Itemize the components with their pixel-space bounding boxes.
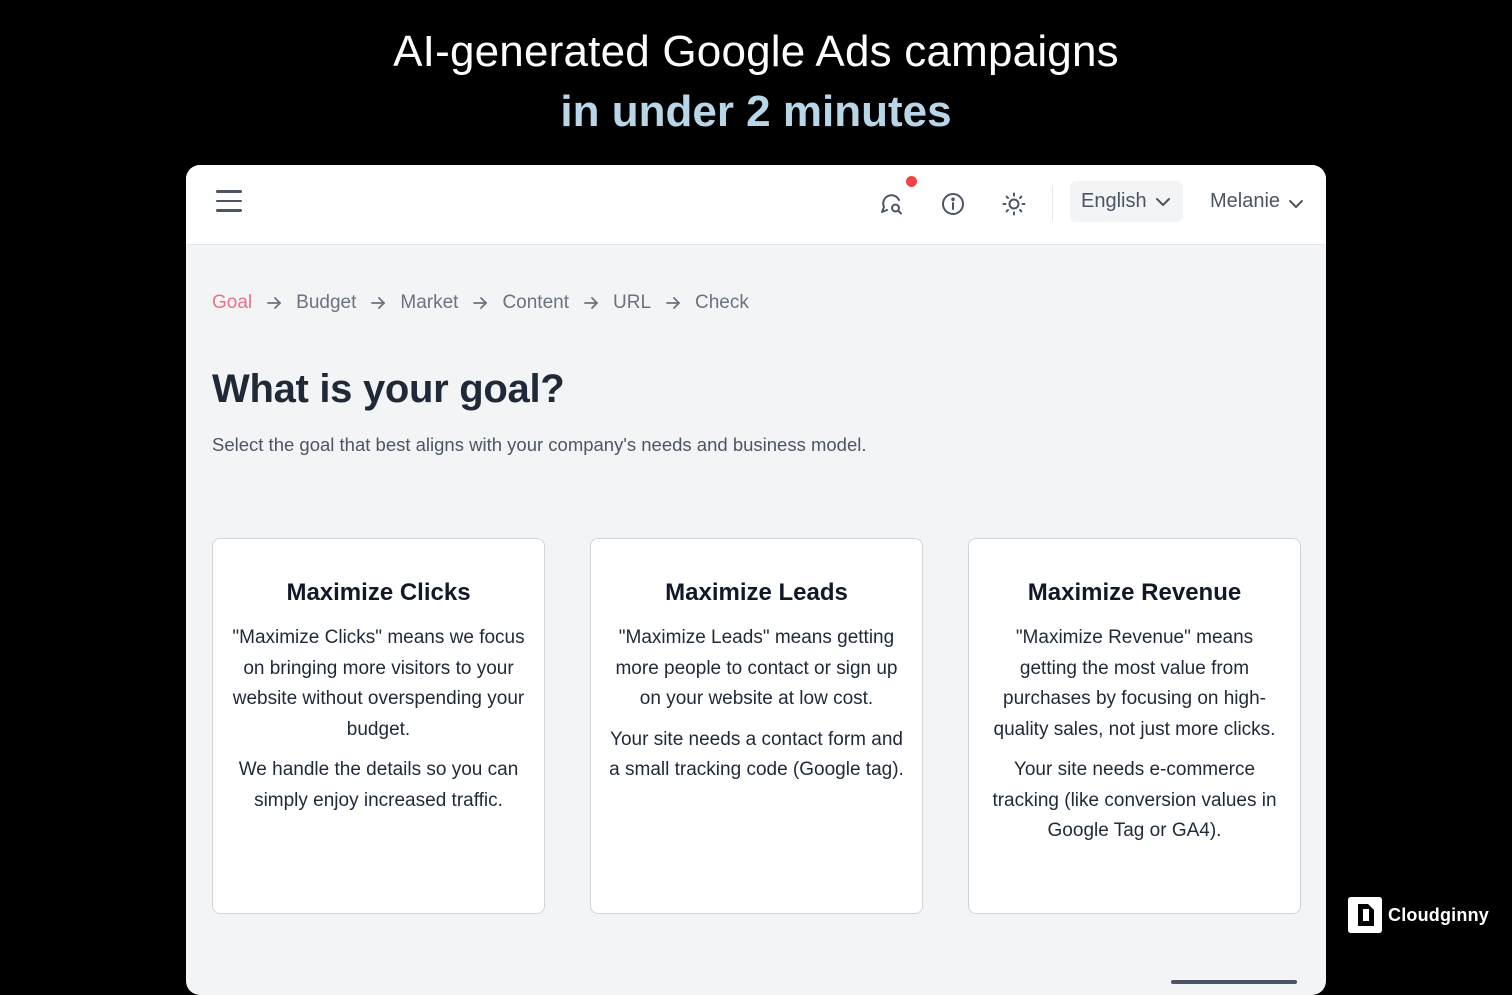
goal-card-maximize-clicks[interactable]: Maximize Clicks "Maximize Clicks" means …	[212, 538, 545, 914]
next-button-edge[interactable]	[1171, 980, 1297, 984]
hero-highlight: in under 2 minutes	[560, 87, 952, 136]
goal-card-description: "Maximize Revenue" means getting the mos…	[993, 627, 1276, 740]
chevron-down-icon	[1289, 199, 1304, 208]
info-icon[interactable]	[936, 187, 970, 221]
arrow-right-icon	[266, 296, 282, 310]
goal-card-title: Maximize Leads	[665, 579, 848, 606]
watermark-brand: Cloudginny	[1388, 904, 1489, 925]
goal-card-note: We handle the details so you can simply …	[238, 759, 519, 811]
page-title: What is your goal?	[212, 367, 565, 411]
sun-icon[interactable]	[997, 187, 1031, 221]
goal-card-title: Maximize Clicks	[286, 579, 471, 606]
breadcrumb-step-check[interactable]: Check	[695, 292, 749, 314]
language-select[interactable]: English	[1070, 181, 1183, 222]
goal-card-title: Maximize Revenue	[1027, 579, 1242, 606]
breadcrumb-step-budget[interactable]: Budget	[296, 292, 356, 314]
toolbar-divider	[1052, 185, 1053, 221]
goal-card-description: "Maximize Clicks" means we focus on brin…	[232, 627, 525, 740]
breadcrumb-step-url[interactable]: URL	[613, 292, 651, 314]
goal-card-maximize-revenue[interactable]: Maximize Revenue "Maximize Revenue" mean…	[968, 538, 1301, 914]
user-name: Melanie	[1210, 190, 1281, 212]
hamburger-menu-icon[interactable]	[216, 190, 242, 216]
goal-card-note: Your site needs e-commerce tracking (lik…	[992, 759, 1277, 841]
page-subtitle: Select the goal that best aligns with yo…	[212, 434, 867, 455]
app-window: English Melanie Goal Budget Market Content U…	[186, 165, 1326, 995]
cloudginny-logo-icon	[1348, 897, 1382, 933]
goal-card-description: "Maximize Leads" means getting more peop…	[615, 627, 898, 709]
arrow-right-icon	[665, 296, 681, 310]
user-menu[interactable]: Melanie	[1210, 181, 1304, 222]
arrow-right-icon	[583, 296, 599, 310]
breadcrumb-step-goal[interactable]: Goal	[212, 292, 252, 314]
breadcrumb-step-content[interactable]: Content	[502, 292, 569, 314]
goal-card-note: Your site needs a contact form and a sma…	[609, 728, 904, 781]
top-bar: English Melanie	[186, 165, 1326, 245]
breadcrumb: Goal Budget Market Content URL Check	[212, 292, 749, 314]
hero-title: AI-generated Google Ads campaigns	[393, 27, 1119, 76]
chat-search-icon[interactable]	[875, 187, 909, 221]
arrow-right-icon	[472, 296, 488, 310]
chevron-down-icon	[1155, 197, 1170, 206]
notification-dot	[906, 176, 917, 187]
goal-card-maximize-leads[interactable]: Maximize Leads "Maximize Leads" means ge…	[590, 538, 923, 914]
language-label: English	[1081, 190, 1147, 212]
brand-watermark: Cloudginny	[1348, 897, 1489, 933]
arrow-right-icon	[370, 296, 386, 310]
breadcrumb-step-market[interactable]: Market	[400, 292, 458, 314]
